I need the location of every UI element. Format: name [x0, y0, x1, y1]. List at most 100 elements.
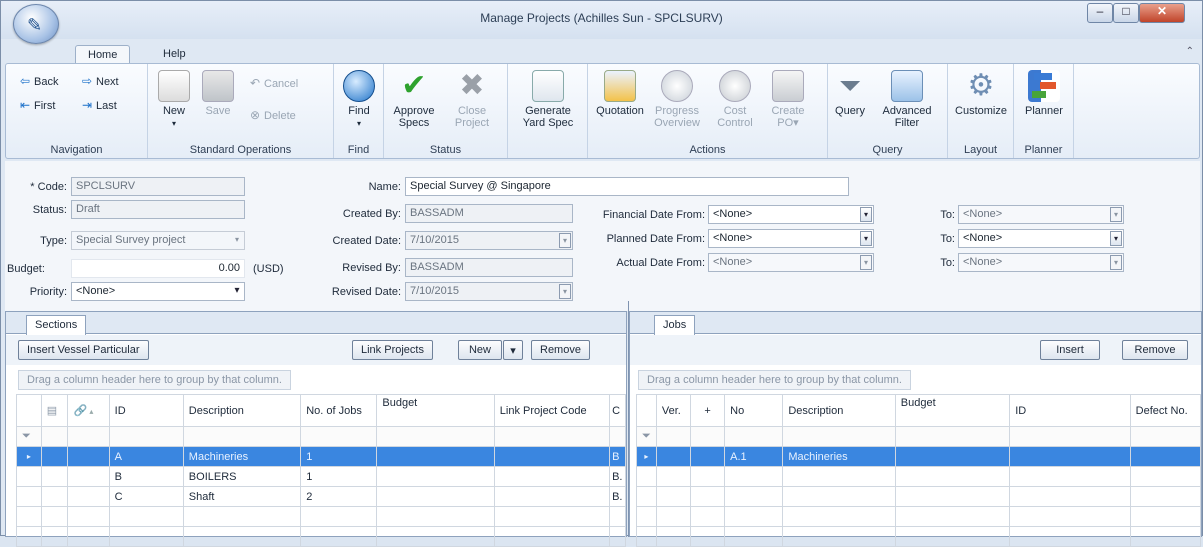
quotation-button[interactable]: Quotation — [594, 70, 646, 117]
financial-date-from-label: Financial Date From: — [602, 209, 705, 221]
col-no-of-jobs[interactable]: No. of Jobs — [300, 394, 378, 427]
col-description[interactable]: Description — [182, 394, 302, 427]
group-by-area[interactable]: Drag a column header here to group by th… — [18, 370, 291, 390]
table-row-empty — [636, 466, 1202, 487]
spec-document-icon — [532, 70, 564, 102]
progress-overview-button[interactable]: Progress Overview — [650, 70, 704, 129]
close-button[interactable]: ✕ — [1139, 3, 1185, 23]
query-button[interactable]: ⏷ Query — [830, 70, 870, 117]
ribbon-tab-bar: Home Help ⌃ — [1, 41, 1202, 64]
group-status: ✔ Approve Specs ✖ Close Project Status — [384, 64, 508, 158]
group-standard-operations: New ▾ Save ↶ Cancel ⊗ Delete Standard Opera… — [148, 64, 334, 158]
new-section-dropdown[interactable]: ▾ — [503, 340, 523, 360]
budget-label: Budget: — [7, 263, 45, 275]
col-budget[interactable]: Budget — [894, 394, 1011, 427]
priority-select[interactable]: <None> ▾ — [71, 282, 245, 301]
budget-field[interactable]: 0.00 — [71, 259, 245, 278]
tab-home[interactable]: Home — [75, 45, 131, 64]
financial-date-from-field[interactable]: <None> ▾ — [708, 205, 874, 224]
filter-row[interactable]: ⏷ — [636, 426, 1202, 447]
col-description[interactable]: Description — [782, 394, 896, 427]
first-button[interactable]: ⇤ First — [20, 98, 55, 112]
table-row[interactable]: B BOILERS 1 B. — [16, 466, 626, 487]
minimize-button[interactable]: – — [1087, 3, 1113, 23]
cancel-button[interactable]: ↶ Cancel — [250, 76, 298, 90]
calendar-dropdown-icon[interactable]: ▾ — [860, 231, 872, 246]
link-projects-button[interactable]: Link Projects — [352, 340, 433, 360]
col-c[interactable]: C — [609, 394, 626, 427]
window-title: Manage Projects (Achilles Sun - SPCLSURV… — [480, 11, 723, 25]
calendar-dropdown-icon[interactable]: ▾ — [559, 284, 571, 299]
group-label-layout: Layout — [963, 144, 998, 156]
calendar-dropdown-icon[interactable]: ▾ — [559, 233, 571, 248]
calendar-dropdown-icon: ▾ — [1110, 207, 1122, 222]
maximize-button[interactable]: □ — [1113, 3, 1139, 23]
calendar-dropdown-icon[interactable]: ▾ — [1110, 231, 1122, 246]
col-plus[interactable]: + — [689, 394, 726, 427]
first-icon: ⇤ — [20, 98, 31, 112]
gauge-icon — [661, 70, 693, 102]
name-field[interactable]: Special Survey @ Singapore — [405, 177, 849, 196]
remove-job-button[interactable]: Remove — [1122, 340, 1188, 360]
created-date-field: 7/10/2015 ▾ — [405, 231, 573, 250]
sections-panel: Sections Insert Vessel Particular Link P… — [5, 311, 627, 547]
save-button[interactable]: Save — [200, 70, 236, 117]
customize-button[interactable]: ⚙ Customize — [952, 70, 1010, 118]
last-button[interactable]: ⇥ Last — [82, 98, 117, 112]
actual-date-from-label: Actual Date From: — [616, 257, 705, 269]
financial-date-to-field: <None> ▾ — [958, 205, 1124, 224]
table-row[interactable]: ▸ A Machineries 1 B — [16, 446, 626, 467]
insert-job-button[interactable]: Insert — [1040, 340, 1100, 360]
revised-by-label: Revised By: — [342, 262, 401, 274]
chevron-down-icon: ▾ — [234, 235, 239, 244]
remove-section-button[interactable]: Remove — [531, 340, 590, 360]
planner-button[interactable]: Planner — [1020, 70, 1068, 117]
back-button[interactable]: ⇦ Back — [20, 74, 58, 88]
planned-date-from-field[interactable]: <None> ▾ — [708, 229, 874, 248]
calendar-dropdown-icon[interactable]: ▾ — [860, 207, 872, 222]
group-label-status: Status — [429, 144, 462, 156]
planned-to-label: To: — [940, 233, 955, 245]
col-link-project-code[interactable]: Link Project Code — [493, 394, 611, 427]
tab-sections[interactable]: Sections — [26, 315, 87, 335]
filter-row[interactable]: ⏷ — [16, 426, 626, 447]
col-id[interactable]: ID — [108, 394, 184, 427]
col-ver[interactable]: Ver. — [655, 394, 692, 427]
col-defect-no[interactable]: Defect No. — [1129, 394, 1202, 427]
cost-control-button[interactable]: Cost Control — [710, 70, 760, 129]
row-pointer-icon: ▸ — [636, 446, 657, 467]
code-field[interactable]: SPCLSURV — [71, 177, 245, 196]
next-button[interactable]: ⇨ Next — [82, 74, 119, 88]
close-project-button[interactable]: ✖ Close Project — [450, 70, 494, 130]
col-no[interactable]: No — [724, 394, 784, 427]
delete-button[interactable]: ⊗ Delete — [250, 108, 296, 122]
col-id[interactable]: ID — [1009, 394, 1131, 427]
find-button[interactable]: Find ▾ — [341, 70, 377, 130]
group-label-navigation: Navigation — [50, 144, 103, 156]
insert-vessel-particular-button[interactable]: Insert Vessel Particular — [18, 340, 149, 360]
advanced-filter-button[interactable]: Advanced Filter — [874, 70, 940, 129]
ribbon-collapse-icon[interactable]: ⌃ — [1186, 46, 1194, 57]
new-button[interactable]: New ▾ — [156, 70, 192, 130]
app-logo-icon: ✎ — [27, 15, 43, 35]
table-row[interactable]: ▸ A.1 Machineries — [636, 446, 1202, 467]
save-icon — [202, 70, 234, 102]
project-form: * Code: SPCLSURV Status: Draft Type: Spe… — [5, 161, 1200, 311]
sections-header-row: ▤ 🔗 ▴ ID Description No. of Jobs Budget … — [16, 394, 626, 427]
chevron-down-icon: ▾ — [234, 285, 240, 296]
quotation-icon — [604, 70, 636, 102]
table-row[interactable]: C Shaft 2 B. — [16, 486, 626, 507]
tab-jobs[interactable]: Jobs — [654, 315, 696, 335]
tab-help[interactable]: Help — [151, 45, 198, 64]
group-by-area[interactable]: Drag a column header here to group by th… — [638, 370, 911, 390]
create-po-button[interactable]: Create PO▾ — [764, 70, 812, 129]
new-section-button[interactable]: New — [458, 340, 502, 360]
planned-date-to-field[interactable]: <None> ▾ — [958, 229, 1124, 248]
document-icon[interactable]: ▤ — [40, 394, 69, 427]
approve-specs-button[interactable]: ✔ Approve Specs — [392, 70, 436, 130]
generate-yard-spec-button[interactable]: Generate Yard Spec — [518, 70, 578, 129]
application-menu-button[interactable]: ✎ — [13, 4, 59, 44]
col-budget[interactable]: Budget — [376, 394, 495, 427]
link-icon[interactable]: 🔗 ▴ — [67, 394, 110, 427]
type-select[interactable]: Special Survey project ▾ — [71, 231, 245, 250]
